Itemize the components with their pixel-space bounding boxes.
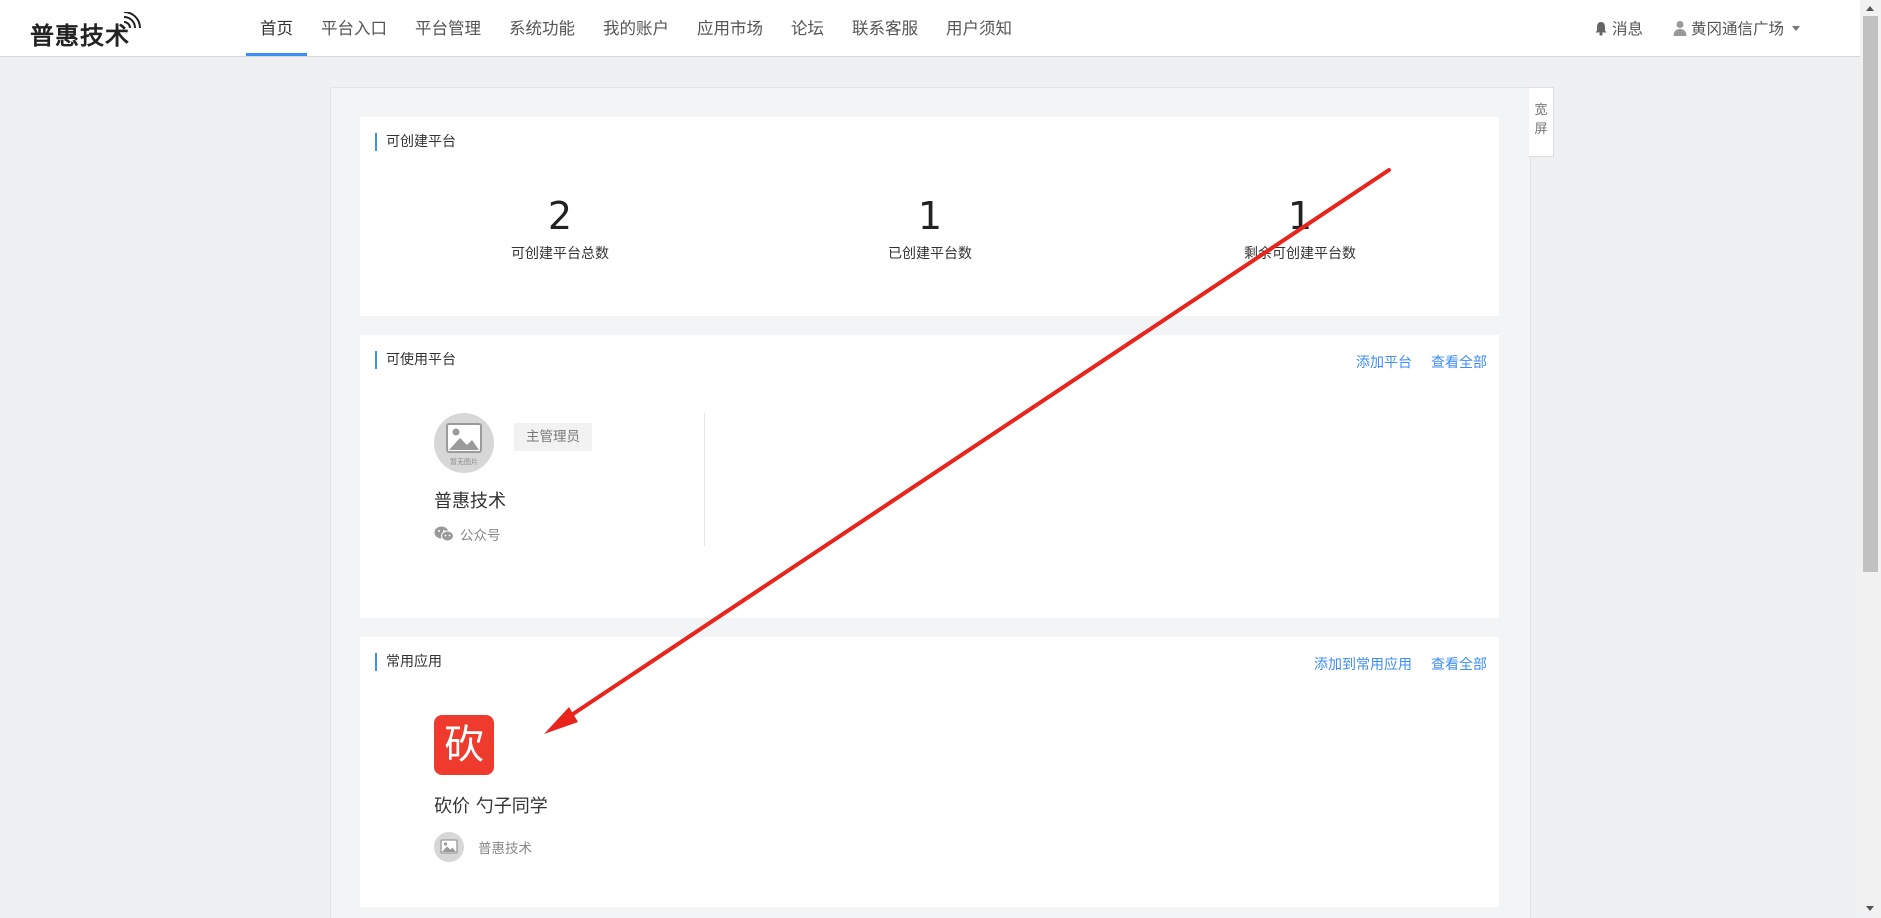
create-platform-card: 可创建平台 2 可创建平台总数 1 已创建平台数 1 剩余可创建平台数 — [360, 117, 1499, 316]
stat-label: 剩余可创建平台数 — [1244, 246, 1356, 262]
platform-item[interactable]: 暂无图片 主管理员 普惠技术 公众号 — [434, 413, 705, 546]
messages-label: 消息 — [1611, 20, 1643, 38]
section-title: 常用应用 — [375, 653, 442, 671]
wechat-icon — [434, 526, 454, 542]
view-all-platforms-link[interactable]: 查看全部 — [1431, 352, 1487, 372]
app-owner-name: 普惠技术 — [478, 841, 532, 857]
nav-item-contact-support[interactable]: 联系客服 — [838, 0, 932, 56]
nav-item-app-market[interactable]: 应用市场 — [683, 0, 777, 56]
user-icon — [1673, 21, 1687, 36]
messages-button[interactable]: 消息 — [1594, 17, 1643, 39]
bargain-app-icon[interactable]: 砍 — [434, 715, 494, 775]
scroll-thumb[interactable] — [1863, 16, 1878, 572]
scroll-down-arrow-icon[interactable] — [1866, 906, 1874, 911]
user-name: 黄冈通信广场 — [1690, 20, 1784, 38]
stat-total: 2 可创建平台总数 — [410, 195, 710, 263]
view-all-apps-link[interactable]: 查看全部 — [1431, 654, 1487, 674]
header-user-area: 消息 黄冈通信广场 — [1594, 0, 1800, 56]
scroll-up-arrow-icon[interactable] — [1866, 6, 1874, 11]
wide-screen-label-2: 屏 — [1534, 122, 1548, 137]
wide-screen-toggle[interactable]: 宽 屏 — [1529, 87, 1554, 157]
stat-value: 2 — [547, 194, 573, 238]
svg-text:暂无图片: 暂无图片 — [450, 457, 478, 466]
nav-item-system-functions[interactable]: 系统功能 — [495, 0, 589, 56]
nav-item-user-notice[interactable]: 用户须知 — [932, 0, 1026, 56]
stat-value: 1 — [917, 194, 943, 238]
app-owner: 普惠技术 — [434, 832, 532, 862]
app-name[interactable]: 砍价 勺子同学 — [434, 792, 548, 818]
wide-screen-label-1: 宽 — [1534, 103, 1548, 118]
nav-item-my-account[interactable]: 我的账户 — [589, 0, 683, 56]
section-links: 添加平台 查看全部 — [1337, 352, 1487, 372]
nav-item-platform-manage[interactable]: 平台管理 — [401, 0, 495, 56]
nav-item-platform-entry[interactable]: 平台入口 — [307, 0, 401, 56]
stat-value: 1 — [1287, 194, 1313, 238]
add-platform-link[interactable]: 添加平台 — [1356, 352, 1412, 372]
stat-created: 1 已创建平台数 — [780, 195, 1080, 263]
signal-icon — [123, 12, 141, 29]
usable-platform-card: 可使用平台 添加平台 查看全部 暂无图片 主管理员 普惠技术 公众号 — [360, 335, 1499, 618]
add-to-common-apps-link[interactable]: 添加到常用应用 — [1314, 654, 1412, 674]
platform-avatar: 暂无图片 — [434, 413, 494, 473]
nav-item-forum[interactable]: 论坛 — [777, 0, 838, 56]
stat-remaining: 1 剩余可创建平台数 — [1150, 195, 1450, 263]
image-placeholder-icon — [440, 839, 458, 854]
platform-name: 普惠技术 — [434, 491, 506, 512]
section-title: 可使用平台 — [375, 351, 456, 369]
owner-avatar — [434, 832, 464, 862]
platform-type-label: 公众号 — [460, 528, 501, 544]
user-menu[interactable]: 黄冈通信广场 — [1673, 17, 1800, 39]
main-nav: 首页 平台入口 平台管理 系统功能 我的账户 应用市场 论坛 联系客服 用户须知 — [246, 0, 1026, 56]
common-apps-card: 常用应用 添加到常用应用 查看全部 砍 砍价 勺子同学 普惠技术 — [360, 637, 1499, 907]
page-scrollbar[interactable] — [1860, 0, 1881, 917]
nav-item-home[interactable]: 首页 — [246, 0, 307, 56]
role-badge: 主管理员 — [514, 423, 592, 451]
image-placeholder-icon: 暂无图片 — [446, 423, 482, 466]
chevron-down-icon — [1792, 25, 1800, 31]
section-links: 添加到常用应用 查看全部 — [1295, 654, 1487, 674]
stat-label: 可创建平台总数 — [511, 246, 609, 262]
platform-type: 公众号 — [434, 524, 501, 544]
top-navbar: 普惠技术 首页 平台入口 平台管理 系统功能 我的账户 应用市场 论坛 联系客服… — [0, 0, 1860, 57]
bell-icon — [1595, 21, 1607, 36]
section-title: 可创建平台 — [375, 133, 456, 151]
stat-label: 已创建平台数 — [888, 246, 972, 262]
brand-logo[interactable]: 普惠技术 — [30, 16, 130, 51]
